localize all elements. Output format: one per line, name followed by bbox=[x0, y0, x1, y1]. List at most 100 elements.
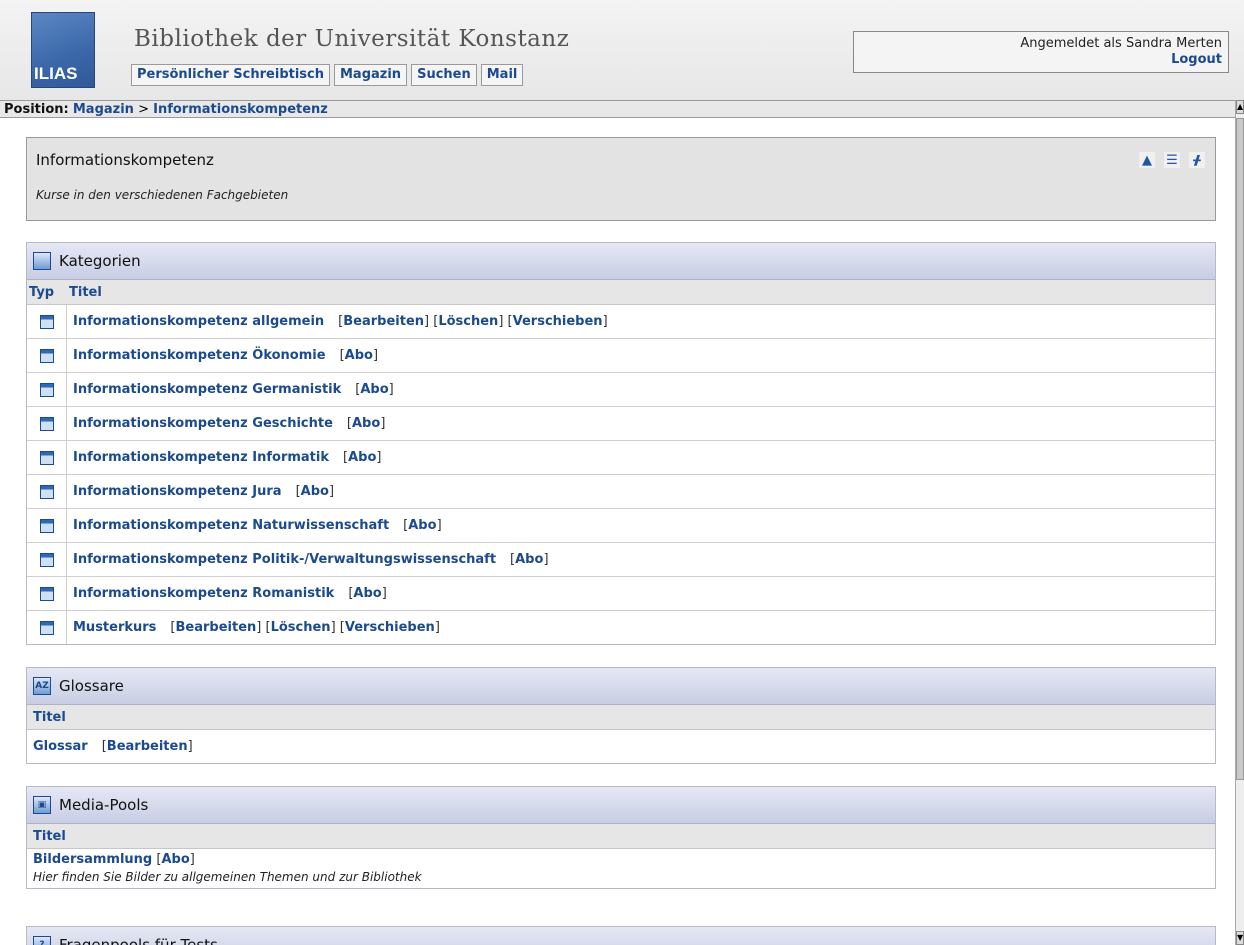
nav-personal-desktop[interactable]: Persönlicher Schreibtisch bbox=[131, 64, 330, 86]
category-icon[interactable] bbox=[39, 552, 54, 567]
category-link[interactable]: Informationskompetenz allgemein bbox=[73, 314, 324, 329]
title-cell: Informationskompetenz Informatik [Abo] bbox=[73, 450, 382, 465]
breadcrumb-magazin[interactable]: Magazin bbox=[73, 102, 134, 117]
category-link[interactable]: Musterkurs bbox=[73, 620, 156, 635]
type-cell bbox=[27, 407, 67, 440]
type-cell bbox=[27, 441, 67, 474]
type-cell bbox=[27, 577, 67, 610]
tree-view-icon[interactable]: ᚋ bbox=[1189, 152, 1205, 168]
view-icons: ▲ ☰ ᚋ bbox=[1139, 152, 1205, 168]
edit-link[interactable]: Bearbeiten bbox=[107, 739, 188, 754]
column-title[interactable]: Titel bbox=[33, 829, 66, 844]
mediapool-description: Hier finden Sie Bilder zu allgemeinen Th… bbox=[33, 870, 422, 884]
categories-list: Informationskompetenz allgemein [Bearbeit… bbox=[27, 305, 1215, 644]
category-icon[interactable] bbox=[39, 348, 54, 363]
title-cell: Informationskompetenz Politik-/Verwaltun… bbox=[73, 552, 549, 567]
page-header: ILIAS Bibliothek der Universität Konstan… bbox=[0, 0, 1244, 100]
breadcrumb: Position: Magazin > Informationskompeten… bbox=[0, 100, 1236, 118]
glossaries-column-header: Titel bbox=[27, 705, 1215, 730]
media-pool-icon: ▣ bbox=[33, 796, 51, 814]
mediapools-title: Media-Pools bbox=[59, 796, 149, 814]
glossaries-header: AZ Glossare bbox=[27, 668, 1215, 705]
glossary-link[interactable]: Glossar bbox=[33, 739, 88, 754]
ilias-logo[interactable]: ILIAS bbox=[31, 12, 95, 88]
category-icon[interactable] bbox=[39, 518, 54, 533]
type-cell bbox=[27, 611, 67, 644]
table-row: Informationskompetenz Romanistik [Abo] bbox=[27, 577, 1215, 611]
page-title: Informationskompetenz bbox=[36, 151, 214, 169]
category-icon[interactable] bbox=[39, 450, 54, 465]
category-icon[interactable] bbox=[39, 620, 54, 635]
mediapool-link[interactable]: Bildersammlung bbox=[33, 852, 152, 867]
action-link-a1[interactable]: Abo bbox=[345, 348, 373, 363]
table-row: Informationskompetenz Informatik [Abo] bbox=[27, 441, 1215, 475]
category-link[interactable]: Informationskompetenz Ökonomie bbox=[73, 348, 326, 363]
glossaries-block: AZ Glossare Titel Glossar [Bearbeiten] bbox=[26, 667, 1216, 764]
action-link-a1[interactable]: Abo bbox=[348, 450, 376, 465]
categories-header: Kategorien bbox=[27, 243, 1215, 280]
type-cell bbox=[27, 509, 67, 542]
action-link-a1[interactable]: Abo bbox=[360, 382, 388, 397]
scroll-down-arrow-icon[interactable]: ▼ bbox=[1236, 931, 1244, 945]
logout-link[interactable]: Logout bbox=[1171, 52, 1222, 67]
category-link[interactable]: Informationskompetenz Naturwissenschaft bbox=[73, 518, 389, 533]
nav-mail[interactable]: Mail bbox=[480, 64, 524, 86]
title-cell: Informationskompetenz Romanistik [Abo] bbox=[73, 586, 387, 601]
action-link-a1[interactable]: Bearbeiten bbox=[176, 620, 257, 635]
category-icon[interactable] bbox=[39, 484, 54, 499]
table-row: Informationskompetenz Politik-/Verwaltun… bbox=[27, 543, 1215, 577]
subscribe-link[interactable]: Abo bbox=[161, 852, 189, 867]
questionpools-title: Fragenpools für Tests bbox=[59, 936, 218, 945]
category-icon[interactable] bbox=[39, 416, 54, 431]
category-link[interactable]: Informationskompetenz Germanistik bbox=[73, 382, 341, 397]
glossary-icon: AZ bbox=[33, 677, 51, 695]
action-link-a1[interactable]: Abo bbox=[352, 416, 380, 431]
category-link[interactable]: Informationskompetenz Geschichte bbox=[73, 416, 333, 431]
nav-repository[interactable]: Magazin bbox=[334, 64, 408, 86]
breadcrumb-informationskompetenz[interactable]: Informationskompetenz bbox=[153, 102, 328, 117]
category-icon[interactable] bbox=[39, 382, 54, 397]
type-cell bbox=[27, 373, 67, 406]
categories-block: Kategorien Typ Titel Informationskompete… bbox=[26, 242, 1216, 645]
category-link[interactable]: Informationskompetenz Jura bbox=[73, 484, 282, 499]
up-arrow-icon[interactable]: ▲ bbox=[1139, 152, 1155, 168]
action-link-a2[interactable]: Löschen bbox=[271, 620, 331, 635]
glossaries-title: Glossare bbox=[59, 677, 124, 695]
action-link-a1[interactable]: Abo bbox=[353, 586, 381, 601]
column-type[interactable]: Typ bbox=[27, 285, 67, 300]
column-title[interactable]: Titel bbox=[33, 710, 66, 725]
table-row: Informationskompetenz Naturwissenschaft[… bbox=[27, 509, 1215, 543]
type-cell bbox=[27, 543, 67, 576]
action-link-a1[interactable]: Bearbeiten bbox=[343, 314, 424, 329]
list-item: Bildersammlung [Abo] Hier finden Sie Bil… bbox=[27, 849, 1215, 888]
title-cell: Informationskompetenz Ökonomie [Abo] bbox=[73, 348, 379, 363]
type-cell bbox=[27, 305, 67, 338]
action-link-a1[interactable]: Abo bbox=[515, 552, 543, 567]
breadcrumb-separator: > bbox=[138, 102, 149, 117]
action-link-a1[interactable]: Abo bbox=[408, 518, 436, 533]
categories-title: Kategorien bbox=[59, 252, 141, 270]
user-box: Angemeldet als Sandra Merten Logout bbox=[853, 31, 1229, 73]
category-icon[interactable] bbox=[39, 586, 54, 601]
scroll-up-arrow-icon[interactable]: ▲ bbox=[1236, 100, 1244, 114]
table-row: Informationskompetenz Jura [Abo] bbox=[27, 475, 1215, 509]
scrollbar-thumb[interactable] bbox=[1236, 118, 1244, 780]
title-cell: Informationskompetenz Germanistik [Abo] bbox=[73, 382, 394, 397]
category-link[interactable]: Informationskompetenz Romanistik bbox=[73, 586, 334, 601]
list-view-icon[interactable]: ☰ bbox=[1164, 152, 1180, 168]
title-cell: Informationskompetenz allgemein [Bearbeit… bbox=[73, 314, 608, 329]
table-row: Musterkurs [Bearbeiten] [Löschen] [Versch… bbox=[27, 611, 1215, 644]
action-link-a3[interactable]: Verschieben bbox=[345, 620, 435, 635]
table-row: Informationskompetenz Geschichte [Abo] bbox=[27, 407, 1215, 441]
action-link-a2[interactable]: Löschen bbox=[438, 314, 498, 329]
category-link[interactable]: Informationskompetenz Informatik bbox=[73, 450, 329, 465]
title-cell: Informationskompetenz Geschichte [Abo] bbox=[73, 416, 386, 431]
action-link-a3[interactable]: Verschieben bbox=[513, 314, 603, 329]
action-link-a1[interactable]: Abo bbox=[301, 484, 329, 499]
main-navigation: Persönlicher Schreibtisch Magazin Suchen… bbox=[131, 64, 524, 86]
column-title[interactable]: Titel bbox=[67, 285, 102, 300]
nav-search[interactable]: Suchen bbox=[411, 64, 477, 86]
category-icon[interactable] bbox=[39, 314, 54, 329]
category-link[interactable]: Informationskompetenz Politik-/Verwaltun… bbox=[73, 552, 496, 567]
main-content: Informationskompetenz Kurse in den versc… bbox=[0, 119, 1236, 945]
